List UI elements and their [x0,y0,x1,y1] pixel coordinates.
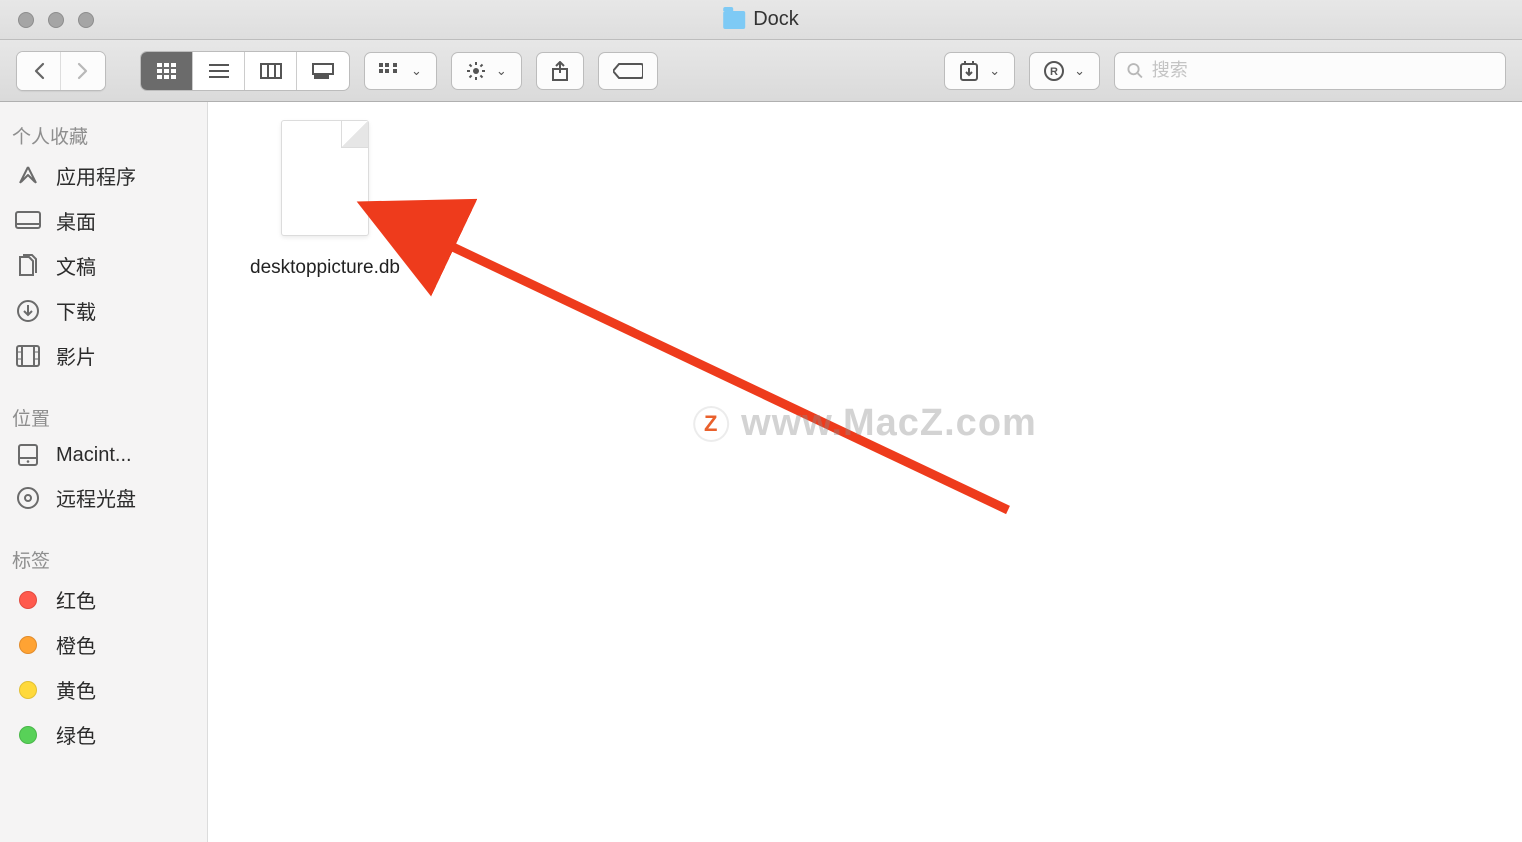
sidebar-header-favorites: 个人收藏 [0,114,207,153]
sidebar-tag-green[interactable]: 绿色 [0,712,207,757]
sidebar-item-applications[interactable]: 应用程序 [0,153,207,198]
chevron-down-icon: ⌄ [1074,63,1085,79]
sidebar-item-downloads[interactable]: 下载 [0,288,207,333]
tag-dot-icon [14,678,42,702]
tag-dot-icon [14,633,42,657]
content-area[interactable]: desktoppicture.db Z www.MacZ.com [208,102,1522,842]
sidebar-item-movies[interactable]: 影片 [0,333,207,378]
disc-icon [14,486,42,510]
sidebar-item-label: 黄色 [56,675,96,704]
watermark-logo: Z [693,406,729,442]
gallery-view-button[interactable] [297,52,349,90]
view-mode-group [140,51,350,91]
sidebar-item-label: 橙色 [56,630,96,659]
dropbox-button[interactable]: ⌄ [944,52,1015,90]
file-item[interactable]: desktoppicture.db [230,120,420,282]
sidebar-item-label: 远程光盘 [56,483,136,512]
sidebar-item-remote-disc[interactable]: 远程光盘 [0,475,207,520]
chevron-down-icon: ⌄ [989,63,1000,79]
watermark-text: www.MacZ.com [741,402,1037,445]
tag-dot-icon [14,723,42,747]
sidebar-header-locations: 位置 [0,396,207,435]
search-icon [1127,62,1144,80]
navigation-buttons [16,51,106,91]
edit-tags-button[interactable] [598,52,658,90]
chevron-down-icon: ⌄ [411,63,422,79]
sidebar-item-label: 影片 [56,341,96,370]
file-name: desktoppicture.db [250,254,400,282]
svg-text:R: R [1050,66,1058,78]
movies-icon [14,344,42,368]
sidebar-item-label: 桌面 [56,206,96,235]
sidebar-item-label: 下载 [56,296,96,325]
hdd-icon [14,443,42,467]
traffic-lights [0,12,94,28]
search-box[interactable] [1114,52,1506,90]
back-button[interactable] [17,52,61,90]
group-by-button[interactable]: ⌄ [364,52,437,90]
downloads-icon [14,299,42,323]
sidebar-item-label: 红色 [56,585,96,614]
window-title: Dock [723,8,799,31]
forward-button[interactable] [61,52,105,90]
close-window[interactable] [18,12,34,28]
share-button[interactable] [536,52,584,90]
sidebar-tag-yellow[interactable]: 黄色 [0,667,207,712]
registered-button[interactable]: R ⌄ [1029,52,1100,90]
action-button[interactable]: ⌄ [451,52,522,90]
chevron-down-icon: ⌄ [496,63,507,79]
sidebar-header-tags: 标签 [0,538,207,577]
app-icon [14,164,42,188]
sidebar-item-label: 应用程序 [56,161,136,190]
tag-dot-icon [14,588,42,612]
sidebar-item-desktop[interactable]: 桌面 [0,198,207,243]
sidebar-tag-orange[interactable]: 橙色 [0,622,207,667]
list-view-button[interactable] [193,52,245,90]
sidebar-item-label: 绿色 [56,720,96,749]
main: 个人收藏 应用程序 桌面 文稿 下载 [0,102,1522,842]
sidebar-item-macintosh-hd[interactable]: Macint... [0,435,207,475]
titlebar: Dock [0,0,1522,40]
file-icon [281,120,369,236]
sidebar: 个人收藏 应用程序 桌面 文稿 下载 [0,102,208,842]
sidebar-item-label: 文稿 [56,251,96,280]
window-title-text: Dock [753,8,799,31]
minimize-window[interactable] [48,12,64,28]
icon-view-button[interactable] [141,52,193,90]
documents-icon [14,254,42,278]
search-input[interactable] [1152,60,1493,81]
watermark: Z www.MacZ.com [693,402,1037,445]
sidebar-item-documents[interactable]: 文稿 [0,243,207,288]
column-view-button[interactable] [245,52,297,90]
desktop-icon [14,209,42,233]
zoom-window[interactable] [78,12,94,28]
folder-icon [723,11,745,29]
sidebar-tag-red[interactable]: 红色 [0,577,207,622]
sidebar-item-label: Macint... [56,444,132,467]
toolbar: ⌄ ⌄ ⌄ R ⌄ [0,40,1522,102]
